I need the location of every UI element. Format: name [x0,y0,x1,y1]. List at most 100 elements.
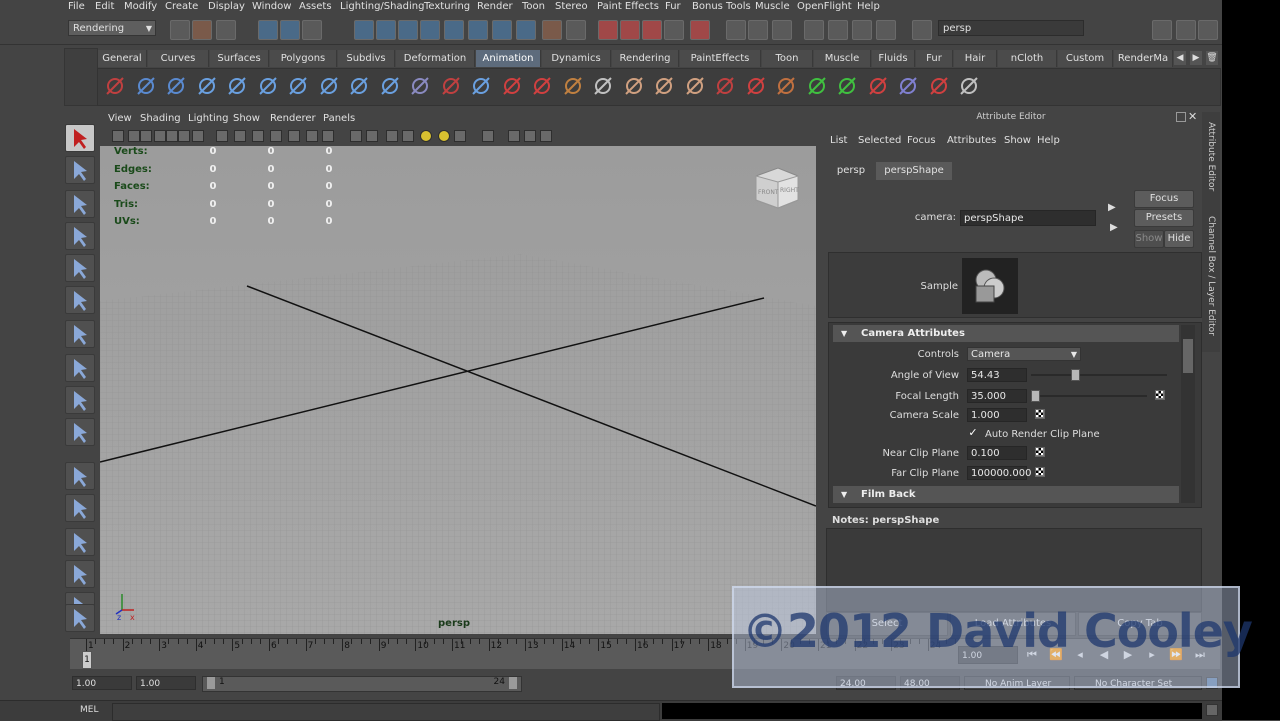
snap-grid-icon[interactable] [354,20,374,40]
default-light-icon[interactable] [420,130,432,142]
skin-weights-icon[interactable] [377,73,403,99]
attribute-editor-icon[interactable] [748,20,768,40]
focal-length-field[interactable]: 35.000 [967,389,1027,403]
paint-select-tool-icon[interactable] [65,190,95,218]
menu-muscle[interactable]: Muscle [755,1,790,12]
layout-icon-1[interactable] [1152,20,1172,40]
far-clip-field[interactable]: 100000.000 [967,466,1031,480]
animation-start-field[interactable]: 1.00 [72,676,132,690]
near-clip-field[interactable]: 0.100 [967,446,1027,460]
custom-layout-icon[interactable] [65,604,95,632]
hypershade-icon[interactable] [664,20,684,40]
hypergraph-icon[interactable] [876,20,896,40]
lasso-tool-icon[interactable] [65,156,95,184]
checker-icon[interactable] [402,130,414,142]
ae-menu-help[interactable]: Help [1037,135,1060,146]
arrow-icon[interactable] [712,73,738,99]
lights-icon[interactable] [270,130,282,142]
paint-icon[interactable] [773,73,799,99]
playback-start-field[interactable]: 1.00 [136,676,196,690]
image-plane-icon[interactable] [154,130,166,142]
new-scene-icon[interactable] [170,20,190,40]
select-object-icon[interactable] [280,20,300,40]
skeleton-icon[interactable] [224,73,250,99]
menu-display[interactable]: Display [208,1,245,12]
script-editor-icon[interactable] [1206,704,1218,716]
head-icon[interactable] [682,73,708,99]
controls-dropdown[interactable]: Camera ▼ [967,347,1081,361]
lattice-icon[interactable] [407,73,433,99]
float-icon[interactable] [1176,112,1186,122]
geometry-constraint-icon[interactable] [956,73,982,99]
render-view-icon[interactable] [690,20,710,40]
character-icon[interactable] [621,73,647,99]
nonlinear-icon[interactable] [560,73,586,99]
render-region-icon[interactable] [482,130,494,142]
tool-settings-icon[interactable] [772,20,792,40]
menu-set-selector[interactable]: Rendering ▼ [68,20,156,36]
menu-window[interactable]: Window [252,1,291,12]
film-back-header[interactable]: ▼ Film Back [833,486,1179,503]
all-lights-icon[interactable] [438,130,450,142]
parent-constraint-icon[interactable] [926,73,952,99]
auto-render-clip-checkbox[interactable]: ✓ [967,427,979,439]
show-button[interactable]: Show [1134,230,1164,248]
aim-constraint-icon[interactable] [834,73,860,99]
outliner-layout-icon[interactable] [65,528,95,556]
grid-icon[interactable] [192,130,204,142]
wireframe-icon[interactable] [216,130,228,142]
trash-icon[interactable]: 🗑 [1206,51,1218,65]
set-key-icon[interactable] [102,73,128,99]
joint-tool-icon[interactable] [194,73,220,99]
ae-menu-show[interactable]: Show [1004,135,1031,146]
shelf-tab-fur[interactable]: Fur [916,50,953,67]
layout-icon-3[interactable] [1198,20,1218,40]
menu-edit[interactable]: Edit [95,1,114,12]
menu-stereo[interactable]: Stereo [555,1,588,12]
shelf-tab-hair[interactable]: Hair [954,50,997,67]
shelf-tab-surfaces[interactable]: Surfaces [210,50,269,67]
range-slider-start-handle[interactable] [207,677,215,689]
menu-render[interactable]: Render [477,1,513,12]
isolate-icon[interactable] [322,130,334,142]
chevron-right-icon[interactable]: ▶ [1190,51,1202,65]
blend-shape-icon[interactable] [468,73,494,99]
render-frame-icon[interactable] [598,20,618,40]
brush-icon[interactable] [743,73,769,99]
select-component-icon[interactable] [302,20,322,40]
sculpt-icon[interactable] [529,73,555,99]
bounding-box-icon[interactable] [386,130,398,142]
presets-button[interactable]: Presets [1134,209,1194,227]
textured-icon[interactable] [252,130,264,142]
viewport-menu-panels[interactable]: Panels [323,113,355,124]
menu-file[interactable]: File [68,1,85,12]
show-hide-icon[interactable] [726,20,746,40]
range-slider-end-handle[interactable] [509,677,517,689]
single-pane-layout-icon[interactable] [65,462,95,490]
shelf-tab-general[interactable]: General [98,50,147,67]
select-hierarchy-icon[interactable] [258,20,278,40]
viewport-menu-shading[interactable]: Shading [140,113,181,124]
joint-chain-icon[interactable] [316,73,342,99]
shelf-tab-rendering[interactable]: Rendering [612,50,679,67]
shelf-tab-polygons[interactable]: Polygons [270,50,337,67]
attribute-scrollbar-thumb[interactable] [1183,339,1193,373]
ae-menu-list[interactable]: List [830,135,847,146]
ae-menu-attributes[interactable]: Attributes [947,135,996,146]
viewport-menu-view[interactable]: View [108,113,132,124]
move-tool-icon[interactable] [65,222,95,250]
shelf-tab-deformation[interactable]: Deformation [396,50,475,67]
menu-assets[interactable]: Assets [299,1,332,12]
shelf-tab-painteffects[interactable]: PaintEffects [680,50,761,67]
angle-of-view-slider-handle[interactable] [1071,369,1080,381]
film-gate-icon[interactable] [166,130,178,142]
save-scene-icon[interactable] [216,20,236,40]
angle-of-view-slider[interactable] [1031,374,1167,376]
ae-tab-perspshape[interactable]: perspShape [876,162,952,180]
focal-length-slider[interactable] [1031,395,1147,397]
frame-all-icon[interactable] [508,130,520,142]
focal-length-map-button[interactable] [1155,390,1165,400]
select-tool-icon[interactable] [65,124,95,152]
menu-bonus-tools[interactable]: Bonus Tools [692,1,751,12]
wireframe-on-shaded-icon[interactable] [350,130,362,142]
